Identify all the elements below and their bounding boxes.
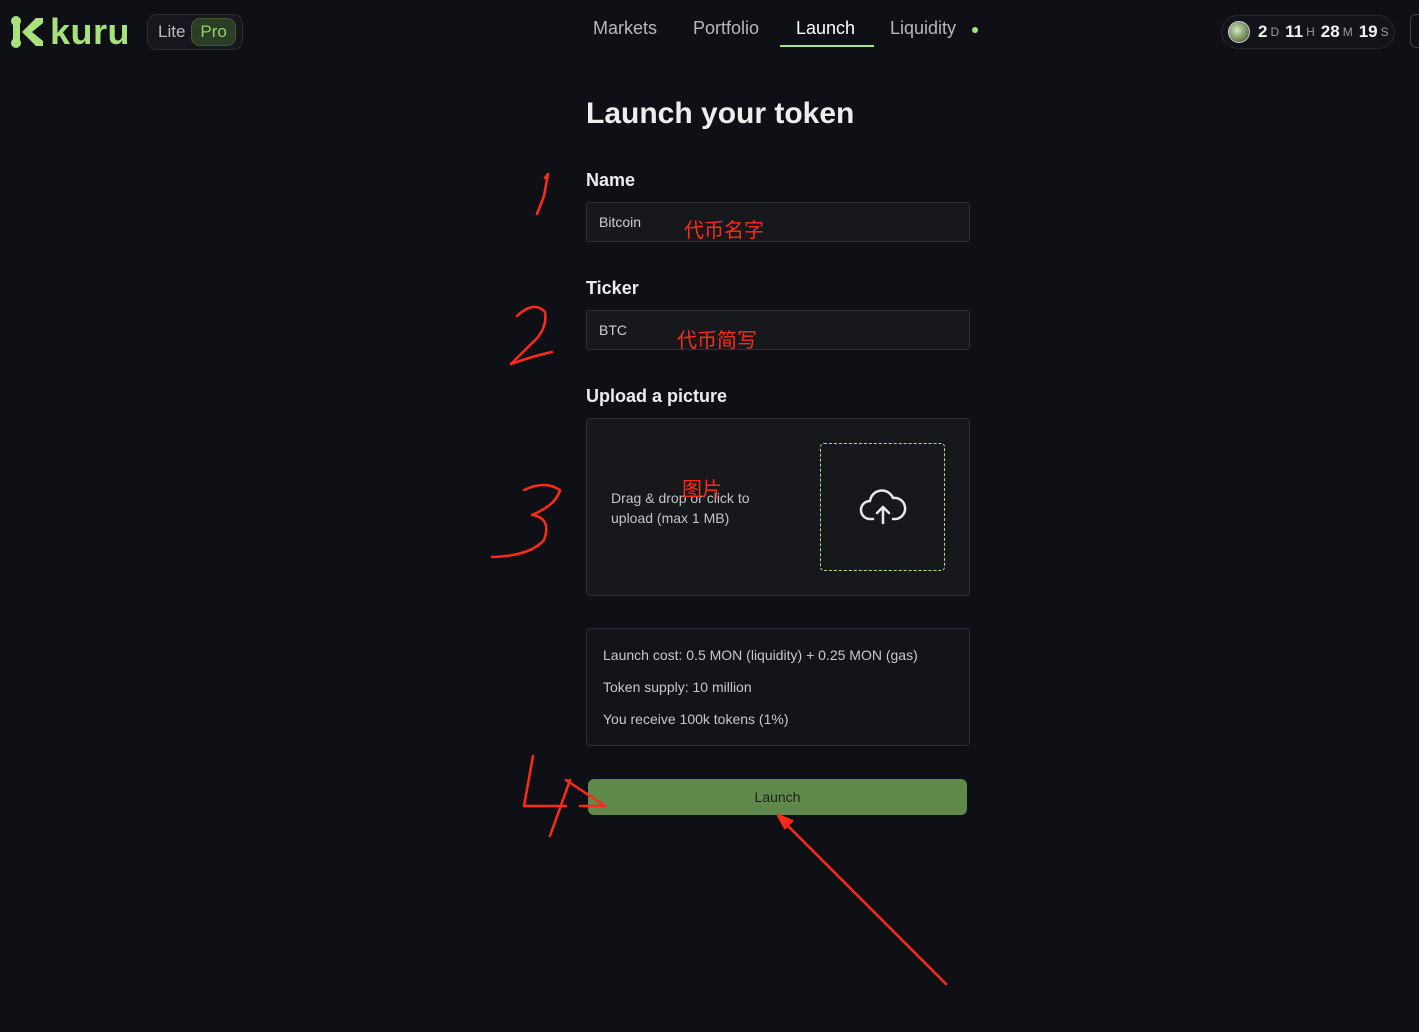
nav-liquidity[interactable]: Liquidity	[890, 18, 956, 39]
upload-hint-line2: upload (max 1 MB)	[611, 510, 730, 526]
upload-label: Upload a picture	[586, 386, 728, 406]
launch-cost-text: Launch cost: 0.5 MON (liquidity) + 0.25 …	[603, 647, 918, 663]
pro-option[interactable]: Pro	[191, 18, 236, 46]
receive-tokens-text: You receive 100k tokens (1%)	[603, 711, 789, 727]
annotation-ticker-note: 代币简写	[677, 328, 757, 352]
timer-seconds-unit: S	[1380, 25, 1389, 39]
kuru-logo-icon	[11, 16, 43, 48]
timer-days: 2	[1258, 22, 1268, 41]
annotation-step-2	[509, 305, 554, 366]
image-drop-zone[interactable]	[820, 443, 945, 571]
annotation-picture-note: 图片	[682, 477, 722, 501]
nav-portfolio[interactable]: Portfolio	[693, 18, 759, 39]
nav-markets[interactable]: Markets	[593, 18, 657, 39]
lite-pro-toggle[interactable]: Lite Pro	[147, 14, 243, 50]
nav-launch[interactable]: Launch	[796, 18, 855, 39]
liquidity-live-dot	[972, 27, 978, 33]
timer-hours: 11	[1285, 22, 1304, 41]
annotation-name-note: 代币名字	[684, 218, 764, 242]
timer-days-unit: D	[1270, 25, 1280, 39]
active-tab-underline	[780, 45, 874, 47]
countdown-timer[interactable]: 2 D 11 H 28 M 19 S	[1221, 15, 1395, 49]
annotation-arrowhead	[776, 813, 794, 830]
annotation-step-3	[490, 483, 562, 559]
page-title: Launch your token	[586, 97, 855, 130]
timer-hours-unit: H	[1306, 25, 1315, 39]
annotation-arrow	[778, 816, 948, 986]
token-supply-text: Token supply: 10 million	[603, 679, 752, 695]
cloud-upload-icon	[859, 489, 906, 525]
logo-text: kuru	[50, 11, 131, 52]
launch-button[interactable]: Launch	[588, 779, 967, 815]
kuru-logo[interactable]: kuru	[10, 14, 130, 50]
avatar	[1228, 21, 1250, 43]
annotation-step-1	[535, 172, 550, 216]
token-name-input[interactable]	[586, 202, 970, 242]
connect-wallet-button[interactable]	[1410, 14, 1419, 48]
ticker-label: Ticker	[586, 278, 639, 298]
token-ticker-input[interactable]	[586, 310, 970, 350]
timer-seconds: 19	[1358, 22, 1378, 41]
timer-minutes-unit: M	[1342, 25, 1353, 39]
timer-minutes: 28	[1320, 22, 1340, 41]
name-label: Name	[586, 170, 636, 190]
lite-option[interactable]: Lite	[158, 22, 185, 42]
